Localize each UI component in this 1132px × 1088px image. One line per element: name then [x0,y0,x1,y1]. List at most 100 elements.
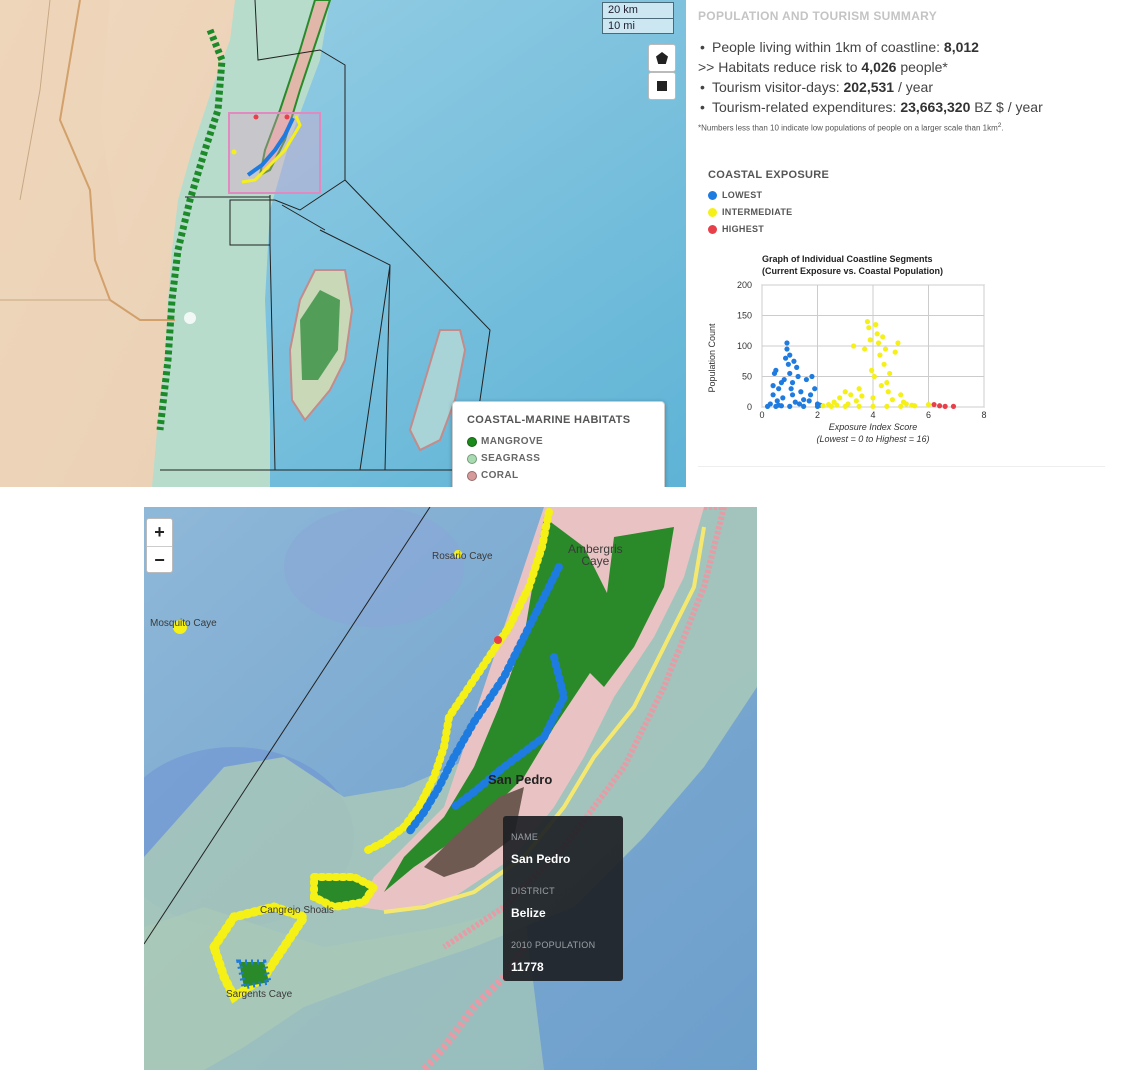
data-point [856,403,862,409]
data-point [785,361,791,367]
data-point [828,403,834,409]
legend-item-coral: CORAL [467,467,650,484]
stat-people: People living within 1km of coastline: 8… [700,37,1043,57]
tooltip-name-key: NAME [511,832,539,842]
y-tick-label: 50 [742,372,752,382]
overview-map[interactable]: 20 km 10 mi COASTAL-MARINE HABITATS MANG… [0,0,686,487]
y-tick-label: 150 [737,311,752,321]
data-point [885,389,891,395]
square-icon [657,81,667,91]
data-point [770,383,776,389]
data-point [807,392,814,398]
stat-tourism-value: 202,531 [843,79,895,95]
data-point [869,367,875,373]
data-point [791,358,797,364]
stat-habitat-value: 4,026 [861,59,897,75]
exposure-item-intermediate: INTERMEDIATE [708,207,792,217]
legend-item-seagrass: SEAGRASS [467,450,650,467]
chart-title: Graph of Individual Coastline Segments [762,254,933,264]
footnote-text: *Numbers less than 10 indicate low popul… [698,123,998,133]
seagrass-swatch [467,453,477,464]
lowest-swatch [708,190,717,200]
data-point [881,361,887,367]
habitat-legend: COASTAL-MARINE HABITATS MANGROVE SEAGRAS… [452,401,665,487]
data-point [884,403,890,409]
data-point [788,386,794,392]
data-point [773,403,779,409]
mangrove-swatch [467,436,477,447]
data-point [778,380,785,386]
data-point [784,346,790,352]
tooltip-population-key: 2010 POPULATION [511,940,596,950]
scale-km-label: 20 km [608,4,638,16]
stat-tourism: Tourism visitor-days: 202,531 / year [700,77,1043,97]
data-point [842,403,848,409]
x-tick-label: 0 [759,410,764,420]
data-point [898,392,904,398]
data-point [812,386,818,392]
data-point [784,340,790,346]
zoom-out-button[interactable]: − [147,546,172,573]
data-point [853,398,859,404]
data-point [898,403,904,409]
data-point [887,370,893,377]
data-point [870,395,876,401]
stat-expenditure: Tourism-related expenditures: 23,663,320… [700,97,1043,117]
exposure-item-highest: HIGHEST [708,224,764,234]
chart-xlabel-range: (Lowest = 0 to Highest = 16) [816,434,929,444]
stat-people-value: 8,012 [943,39,979,55]
footnote: *Numbers less than 10 indicate low popul… [698,122,1004,133]
tooltip-district-value: Belize [511,906,546,920]
data-point [780,395,786,401]
exposure-label: INTERMEDIATE [722,207,793,217]
stat-habitat-suffix: people* [896,59,948,75]
data-point [878,383,884,389]
data-point [937,403,943,409]
scale-mi-label: 10 mi [603,18,673,33]
intermediate-swatch [708,207,717,217]
data-point [884,380,890,386]
stats-list: People living within 1km of coastline: 8… [698,37,1043,117]
x-tick-label: 6 [926,410,931,420]
data-point [764,403,771,409]
ambergris-caye-label: Ambergris Caye [568,542,623,568]
stat-expenditure-suffix: BZ $ / year [970,99,1043,115]
data-point [864,319,871,325]
data-point [873,322,879,328]
data-point [842,389,848,395]
rosario-caye-label: Rosario Caye [432,551,493,562]
panel-title: POPULATION AND TOURISM SUMMARY [698,9,937,23]
data-point [880,334,886,340]
x-tick-label: 4 [870,410,875,420]
data-point [877,352,883,358]
tooltip-population-value: 11778 [511,960,544,974]
highest-swatch [708,224,717,234]
exposure-population-chart: Graph of Individual Coastline Segments (… [707,254,987,444]
legend-label: CORAL [481,470,519,481]
stat-habitat-label: >> Habitats reduce risk to [698,59,862,75]
chart-xlabel: Exposure Index Score [829,422,918,432]
draw-rectangle-button[interactable] [648,72,676,100]
stat-tourism-suffix: / year [894,79,933,95]
mosquito-caye-label: Mosquito Caye [150,618,217,629]
data-point [834,402,840,408]
data-point [866,325,872,331]
feature-tooltip: NAME San Pedro DISTRICT Belize 2010 POPU… [503,816,623,981]
zoom-in-button[interactable]: + [147,519,172,546]
tooltip-name-value: San Pedro [511,852,571,866]
stat-habitat: >> Habitats reduce risk to 4,026 people* [698,57,1043,77]
summary-panel: POPULATION AND TOURISM SUMMARY People li… [698,0,1108,470]
data-point [837,395,843,401]
exposure-item-lowest: LOWEST [708,190,762,200]
draw-polygon-button[interactable] [648,44,676,72]
pentagon-icon [656,52,668,64]
stat-people-label: People living within 1km of coastline: [712,39,944,55]
data-point [803,376,809,383]
data-point [867,337,873,343]
detail-map-canvas[interactable] [144,507,757,1070]
data-point [889,397,896,403]
chart-subtitle: (Current Exposure vs. Coastal Population… [762,266,943,276]
data-point [820,403,826,409]
habitat-legend-title: COASTAL-MARINE HABITATS [467,414,631,426]
detail-map[interactable]: + − Rosario Caye Mosquito Caye Ambergris… [144,507,757,1070]
